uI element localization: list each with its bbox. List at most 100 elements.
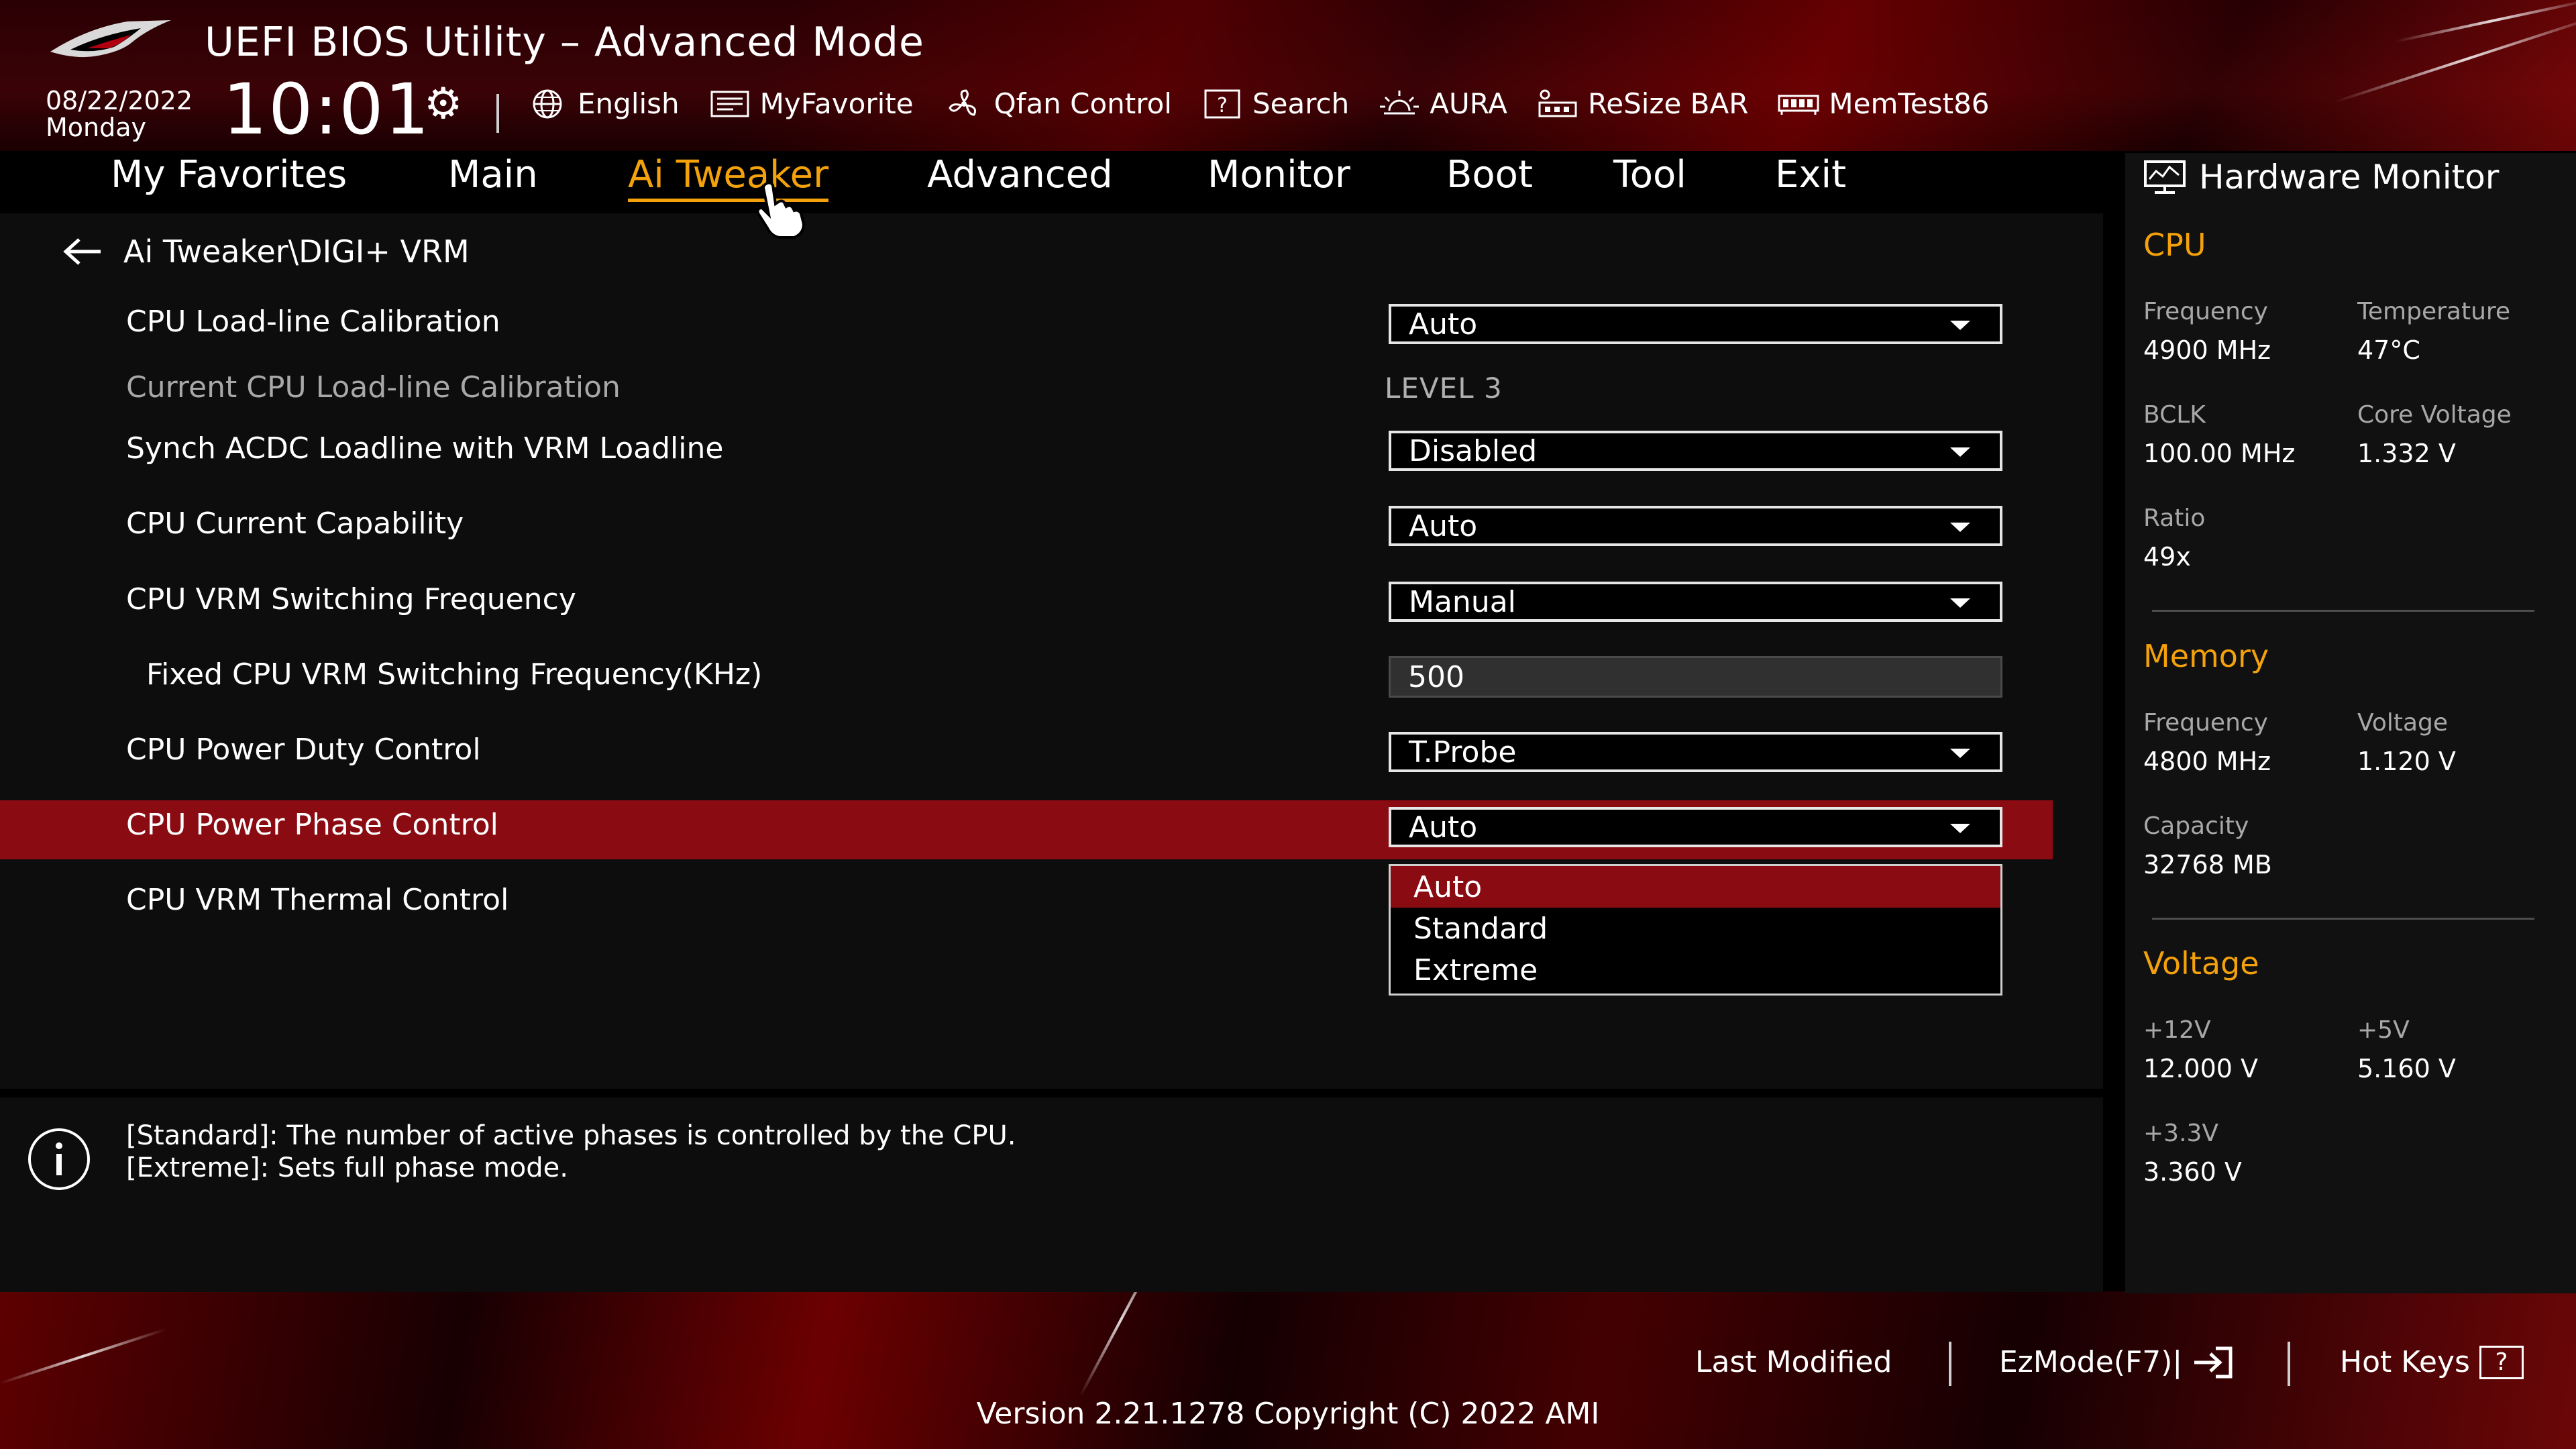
power-phase-control-select[interactable]: Auto: [1389, 807, 2002, 847]
memtest-label: MemTest86: [1829, 87, 1990, 120]
tab-main[interactable]: Main: [448, 153, 538, 197]
tab-boot[interactable]: Boot: [1446, 153, 1533, 197]
monitor-icon: [2144, 160, 2186, 194]
dropdown-arrow-icon: [1950, 523, 1970, 532]
last-modified-button[interactable]: Last Modified: [1695, 1345, 1892, 1379]
memtest-button[interactable]: MemTest86: [1778, 87, 1990, 120]
select-value: Disabled: [1409, 433, 1538, 468]
rog-logo: [50, 20, 171, 58]
section-divider: [2152, 918, 2534, 920]
ratio-label: Ratio: [2143, 504, 2206, 532]
resize-bar-icon: [1538, 89, 1577, 117]
tab-exit[interactable]: Exit: [1775, 153, 1846, 197]
voltage-heading: Voltage: [2143, 945, 2259, 981]
cpu-heading: CPU: [2143, 227, 2206, 263]
dropdown-arrow-icon: [1950, 598, 1970, 608]
dropdown-option[interactable]: Extreme: [1391, 949, 2000, 991]
gear-icon[interactable]: ⚙: [424, 79, 462, 129]
current-load-line-value: LEVEL 3: [1385, 372, 1503, 405]
search-label: Search: [1252, 87, 1350, 120]
section-divider: [2152, 610, 2534, 612]
qfan-control-label: Qfan Control: [994, 87, 1172, 120]
hand-cursor-icon: [756, 181, 806, 239]
help-key-icon: ?: [2479, 1345, 2524, 1379]
setting-label[interactable]: Synch ACDC Loadline with VRM Loadline: [126, 431, 723, 466]
setting-label[interactable]: CPU Current Capability: [126, 506, 464, 541]
bclk-value: 100.00 MHz: [2143, 439, 2296, 468]
cpu-temperature-value: 47°C: [2357, 335, 2420, 365]
date-display: 08/22/2022 Monday: [46, 87, 193, 141]
svg-text:?: ?: [1217, 94, 1228, 117]
main-tabs: My Favorites Main Ai Tweaker Advanced Mo…: [0, 153, 2093, 205]
select-value: T.Probe: [1409, 735, 1517, 769]
ratio-value: 49x: [2143, 542, 2191, 572]
setting-label[interactable]: CPU VRM Thermal Control: [126, 883, 508, 917]
dropdown-arrow-icon: [1950, 447, 1970, 457]
dropdown-option[interactable]: Standard: [1391, 908, 2000, 949]
qfan-control-button[interactable]: Qfan Control: [943, 87, 1172, 120]
back-arrow-icon[interactable]: [62, 237, 103, 266]
core-voltage-label: Core Voltage: [2357, 401, 2512, 429]
search-help-icon: ?: [1204, 89, 1240, 118]
dropdown-option[interactable]: Auto: [1391, 866, 2000, 908]
version-text: Version 2.21.1278 Copyright (C) 2022 AMI: [976, 1397, 1600, 1431]
hot-keys-button[interactable]: Hot Keys ?: [2340, 1345, 2524, 1379]
globe-icon: [533, 89, 562, 118]
ezmode-label: EzMode(F7)|: [1999, 1345, 2183, 1379]
select-value: Manual: [1409, 584, 1516, 619]
capacity-label: Capacity: [2143, 812, 2249, 840]
resize-bar-button[interactable]: ReSize BAR: [1537, 87, 1748, 120]
hardware-monitor-header: Hardware Monitor: [2143, 158, 2499, 197]
synch-acdc-loadline-select[interactable]: Disabled: [1389, 431, 2002, 471]
breadcrumb-path: Ai Tweaker\DIGI+ VRM: [123, 233, 470, 270]
tab-my-favorites[interactable]: My Favorites: [111, 153, 347, 197]
capacity-value: 32768 MB: [2143, 850, 2272, 879]
bclk-label: BCLK: [2143, 401, 2206, 429]
memory-voltage-value: 1.120 V: [2357, 747, 2456, 776]
memtest-icon: [1778, 95, 1819, 115]
memory-frequency-value: 4800 MHz: [2143, 747, 2271, 776]
search-button[interactable]: ? Search: [1201, 87, 1349, 120]
language-button[interactable]: English: [527, 87, 680, 120]
setting-label[interactable]: CPU Power Duty Control: [126, 733, 481, 767]
load-line-calibration-select[interactable]: Auto: [1389, 304, 2002, 344]
v12-label: +12V: [2143, 1016, 2211, 1044]
tab-monitor[interactable]: Monitor: [1208, 153, 1350, 197]
tab-advanced[interactable]: Advanced: [927, 153, 1113, 197]
day-text: Monday: [46, 113, 147, 142]
setting-label[interactable]: Fixed CPU VRM Switching Frequency(KHz): [146, 657, 762, 692]
setting-label[interactable]: CPU VRM Switching Frequency: [126, 582, 576, 616]
memory-voltage-label: Voltage: [2357, 709, 2449, 737]
footer-divider: [1949, 1342, 1951, 1386]
setting-label[interactable]: CPU Load-line Calibration: [126, 305, 500, 339]
power-phase-dropdown-list: Auto Standard Extreme: [1389, 864, 2002, 996]
favorite-icon: [710, 91, 749, 117]
dropdown-arrow-icon: [1950, 824, 1970, 833]
app-title: UEFI BIOS Utility – Advanced Mode: [205, 19, 924, 66]
date-text: 08/22/2022: [46, 86, 193, 115]
select-value: Auto: [1409, 307, 1478, 341]
help-text-line: [Extreme]: Sets full phase mode.: [126, 1152, 568, 1183]
setting-label[interactable]: CPU Power Phase Control: [126, 808, 498, 842]
cpu-current-capability-select[interactable]: Auto: [1389, 506, 2002, 546]
vrm-switching-frequency-select[interactable]: Manual: [1389, 582, 2002, 622]
aura-icon: [1380, 90, 1419, 114]
cpu-frequency-value: 4900 MHz: [2143, 335, 2271, 365]
tab-tool[interactable]: Tool: [1613, 153, 1686, 197]
select-value: Auto: [1409, 508, 1478, 543]
hot-keys-label: Hot Keys: [2340, 1345, 2470, 1379]
power-duty-control-select[interactable]: T.Probe: [1389, 732, 2002, 772]
ezmode-button[interactable]: EzMode(F7)|: [1999, 1345, 2235, 1379]
fan-icon: [948, 89, 976, 116]
resize-bar-label: ReSize BAR: [1587, 87, 1749, 120]
help-text-line: [Standard]: The number of active phases …: [126, 1120, 1016, 1151]
myfavorite-button[interactable]: MyFavorite: [709, 87, 914, 120]
aura-button[interactable]: AURA: [1379, 87, 1507, 120]
v5-label: +5V: [2357, 1016, 2410, 1044]
last-modified-label: Last Modified: [1695, 1345, 1892, 1379]
toolbar-divider: [496, 94, 499, 133]
cpu-temperature-label: Temperature: [2357, 298, 2511, 325]
footer-divider: [2288, 1342, 2290, 1386]
aura-label: AURA: [1430, 87, 1507, 120]
fixed-vrm-frequency-input[interactable]: 500: [1389, 656, 2002, 698]
